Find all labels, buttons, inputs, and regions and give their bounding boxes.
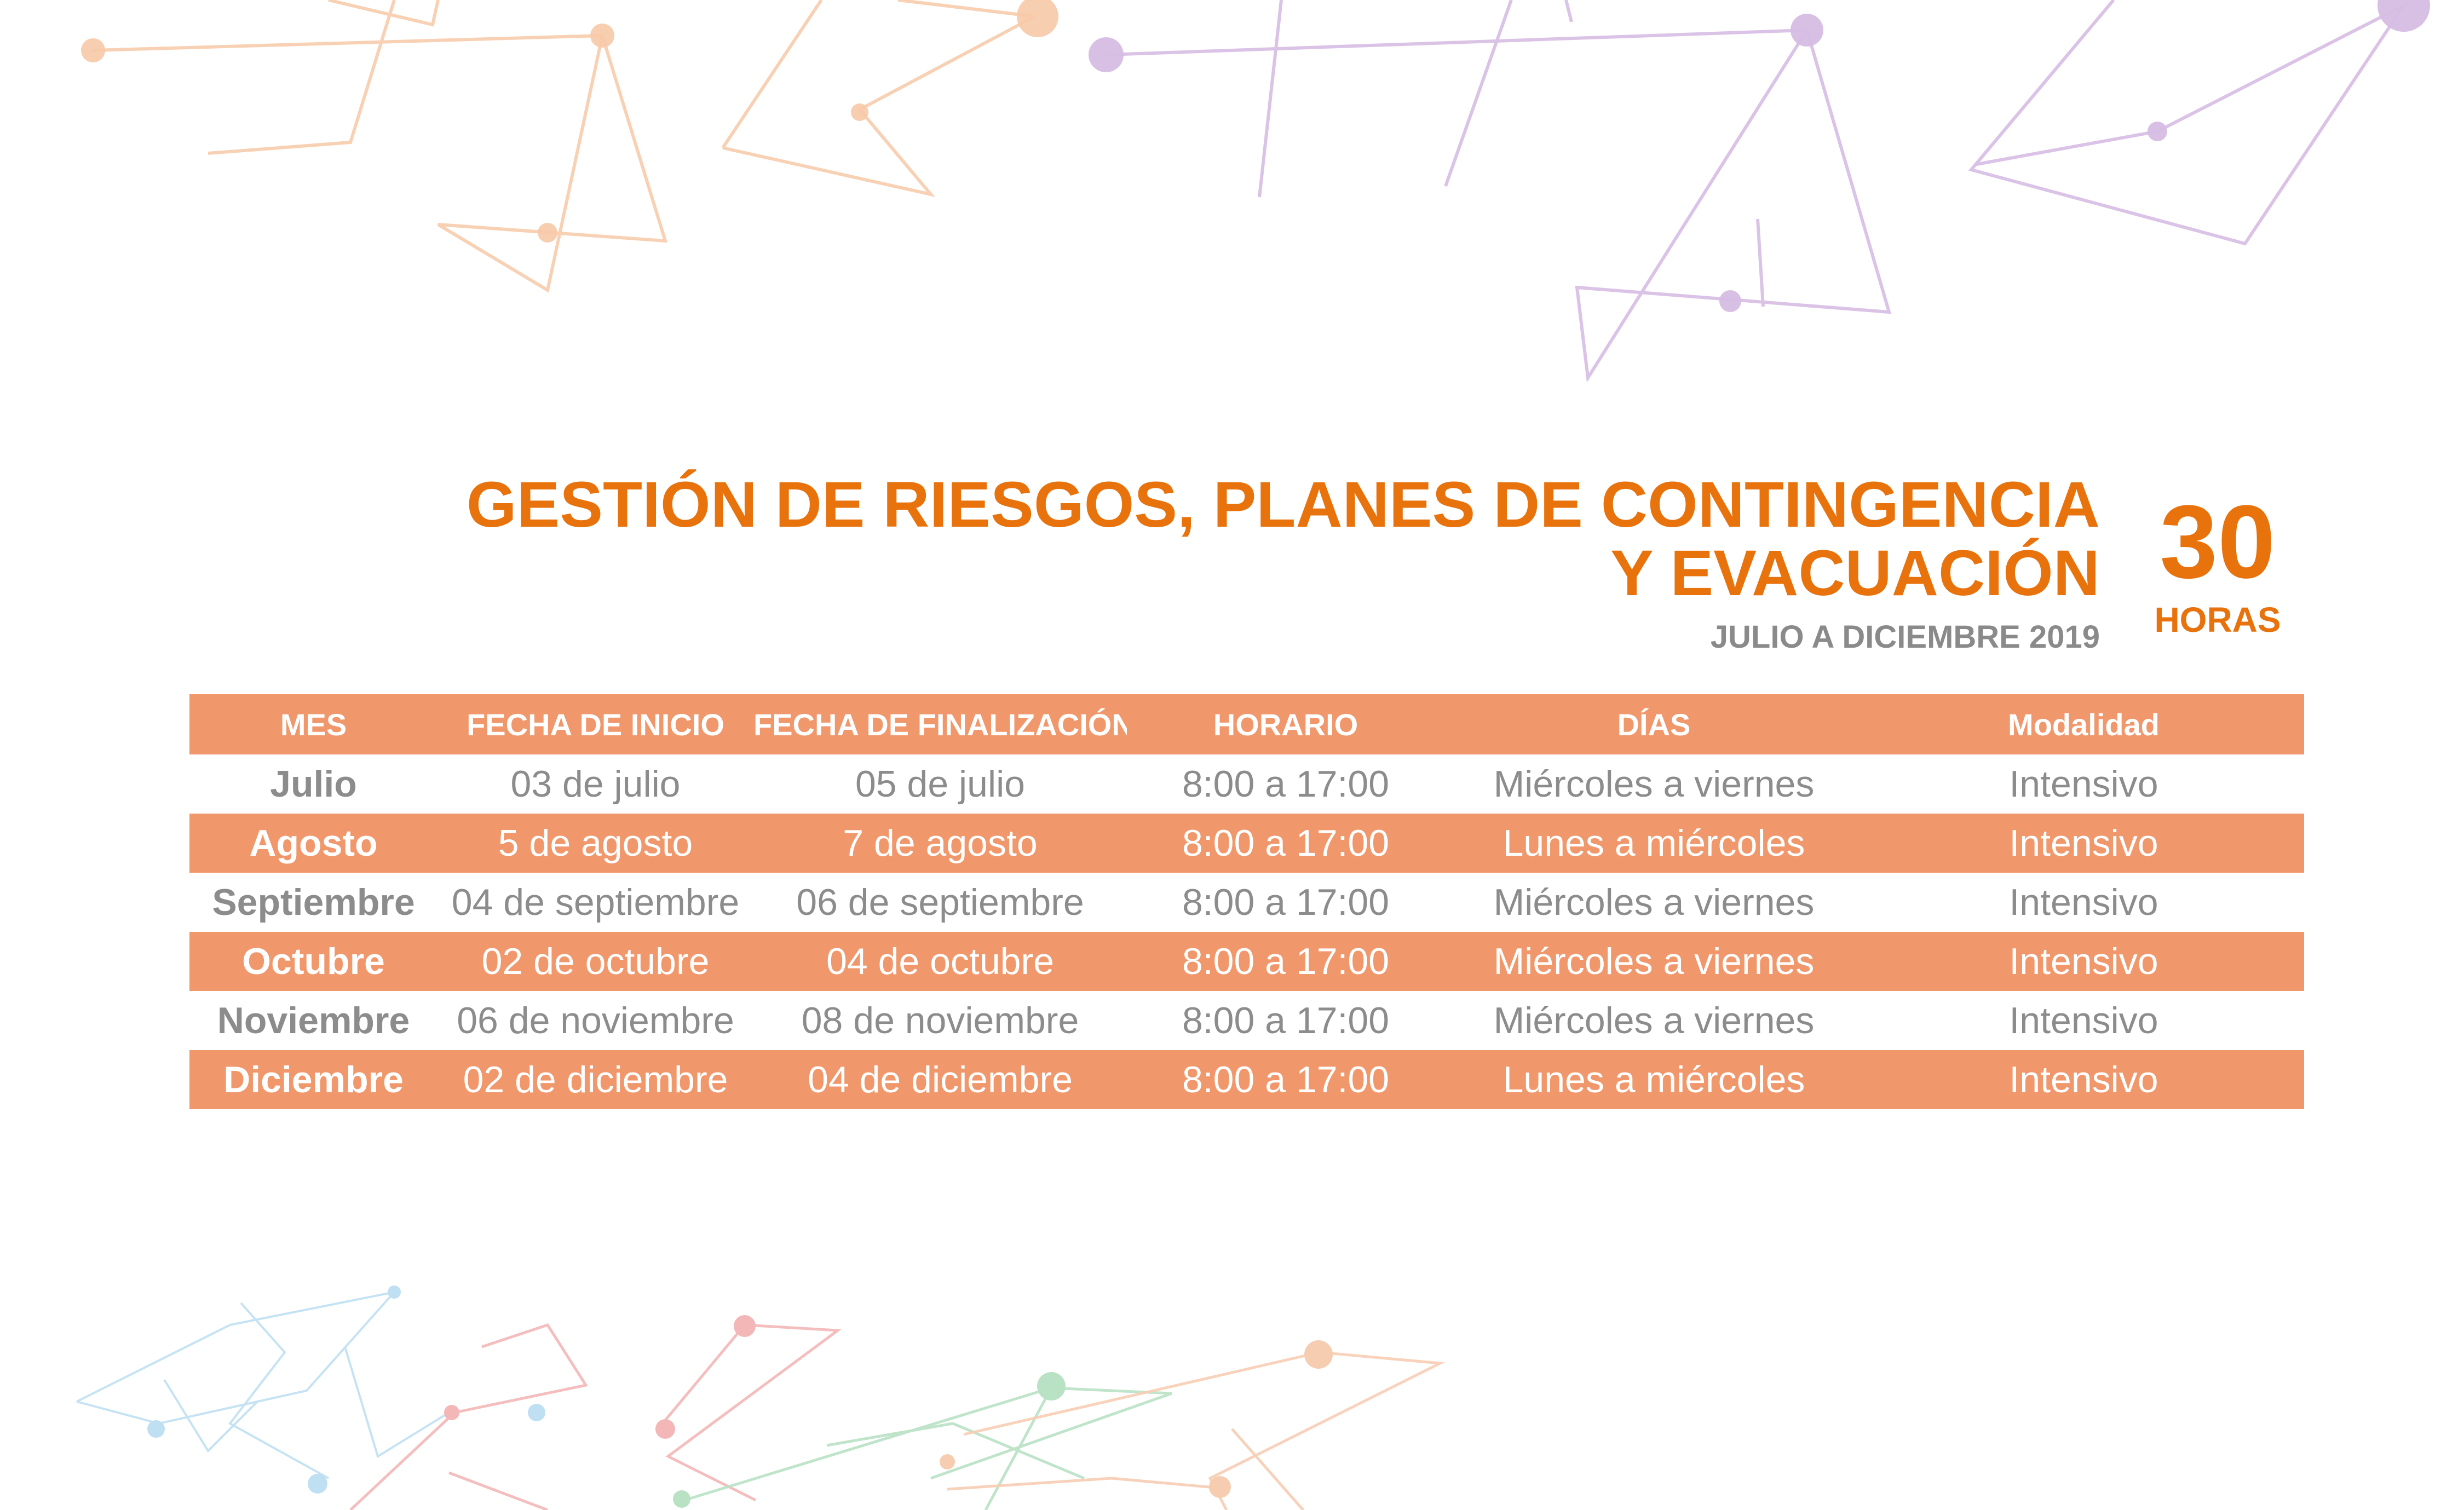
cell-modality: Intensivo: [2009, 763, 2158, 805]
cell-end-date: 05 de julio: [855, 763, 1026, 805]
cell-days: Miércoles a viernes: [1444, 932, 1863, 991]
cell-days: Lunes a miércoles: [1444, 814, 1863, 873]
schedule-table: MES FECHA DE INICIO FECHA DE FINALIZACIÓ…: [189, 694, 2304, 1109]
cell-end-date: 04 de diciembre: [753, 1050, 1127, 1109]
cell-start-date: 02 de octubre: [437, 932, 753, 991]
cell-modality: Intensivo: [2009, 881, 2158, 923]
cell-start-date: 02 de diciembre: [437, 1050, 753, 1109]
cell-modality: Intensivo: [1863, 932, 2304, 991]
cell-days: Miércoles a viernes: [1493, 1000, 1815, 1041]
cell-days: Lunes a miércoles: [1444, 1050, 1863, 1109]
cell-month: Agosto: [189, 814, 437, 873]
header-mes: MES: [189, 694, 437, 754]
table-header-row: MES FECHA DE INICIO FECHA DE FINALIZACIÓ…: [189, 694, 2304, 754]
cell-month: Diciembre: [189, 1050, 437, 1109]
course-title-line-1: GESTIÓN DE RIESGOS, PLANES DE CONTINGENC…: [466, 469, 2100, 541]
course-title-block: GESTIÓN DE RIESGOS, PLANES DE CONTINGENC…: [467, 471, 2100, 655]
cell-start-date: 03 de julio: [510, 763, 681, 805]
cell-schedule: 8:00 a 17:00: [1182, 763, 1390, 805]
table-row: Noviembre 06 de noviembre 08 de noviembr…: [189, 991, 2304, 1050]
hours-badge: 30 HORAS: [2149, 490, 2286, 640]
cell-end-date: 7 de agosto: [753, 814, 1127, 873]
cell-month: Octubre: [189, 932, 437, 991]
course-period: JULIO A DICIEMBRE 2019: [1710, 619, 2100, 655]
header-fecha-inicio: FECHA DE INICIO: [437, 694, 753, 754]
cell-schedule: 8:00 a 17:00: [1127, 932, 1444, 991]
cell-end-date: 08 de noviembre: [801, 1000, 1079, 1041]
cell-month: Septiembre: [212, 881, 415, 923]
cell-end-date: 06 de septiembre: [796, 881, 1084, 923]
hours-value: 30: [2160, 484, 2276, 600]
course-title-line-2: Y EVACUACIÓN: [1610, 537, 2100, 609]
cell-start-date: 06 de noviembre: [457, 1000, 734, 1041]
cell-start-date: 04 de septiembre: [451, 881, 740, 923]
cell-modality: Intensivo: [1863, 1050, 2304, 1109]
cell-days: Miércoles a viernes: [1493, 881, 1815, 923]
cell-month: Julio: [270, 763, 357, 805]
table-row: Diciembre 02 de diciembre 04 de diciembr…: [189, 1050, 2304, 1109]
header-horario: HORARIO: [1127, 694, 1444, 754]
cell-modality: Intensivo: [2009, 1000, 2158, 1041]
cell-end-date: 04 de octubre: [753, 932, 1127, 991]
cell-schedule: 8:00 a 17:00: [1127, 1050, 1444, 1109]
cell-schedule: 8:00 a 17:00: [1127, 814, 1444, 873]
decorative-network-top: [81, 0, 2430, 383]
cell-start-date: 5 de agosto: [437, 814, 753, 873]
cell-schedule: 8:00 a 17:00: [1182, 1000, 1390, 1041]
hours-label: HORAS: [2154, 600, 2281, 639]
cell-modality: Intensivo: [1863, 814, 2304, 873]
table-row: Agosto 5 de agosto 7 de agosto 8:00 a 17…: [189, 814, 2304, 873]
table-row: Julio 03 de julio 05 de julio 8:00 a 17:…: [189, 754, 2304, 814]
table-row: Octubre 02 de octubre 04 de octubre 8:00…: [189, 932, 2304, 991]
cell-days: Miércoles a viernes: [1493, 763, 1815, 805]
table-row: Septiembre 04 de septiembre 06 de septie…: [189, 873, 2304, 932]
header-modalidad: Modalidad: [1863, 694, 2304, 754]
cell-month: Noviembre: [217, 1000, 410, 1041]
header-dias: DÍAS: [1444, 694, 1863, 754]
header-fecha-finalizacion: FECHA DE FINALIZACIÓN: [753, 694, 1127, 754]
cell-schedule: 8:00 a 17:00: [1182, 881, 1390, 923]
